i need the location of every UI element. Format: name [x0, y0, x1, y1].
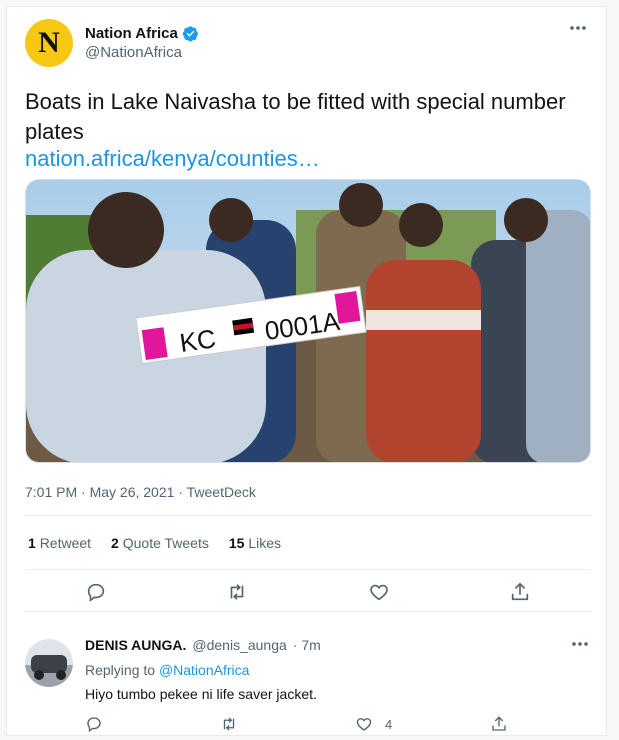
- reply-text: Hiyo tumbo pekee ni life saver jacket.: [85, 686, 317, 702]
- reply-reply-icon[interactable]: [85, 715, 103, 733]
- tweet-card: N Nation Africa @NationAfrica Boats in L…: [6, 6, 607, 736]
- reply-tweet[interactable]: DENIS AUNGA. @denis_aunga · 7m Replying …: [7, 619, 606, 735]
- reply-like-icon[interactable]: [355, 715, 373, 733]
- likes-stat[interactable]: 15 Likes: [229, 535, 281, 551]
- like-icon[interactable]: [368, 581, 390, 603]
- reply-author-handle[interactable]: @denis_aunga: [192, 637, 286, 653]
- tweet-header: N Nation Africa @NationAfrica: [25, 19, 199, 67]
- tweet-actions: [25, 581, 591, 603]
- reply-retweet-icon[interactable]: [220, 715, 238, 733]
- reply-share-icon[interactable]: [490, 715, 508, 733]
- replying-to-handle[interactable]: @NationAfrica: [159, 662, 249, 678]
- reply-more-options-icon[interactable]: [570, 639, 590, 649]
- divider: [25, 569, 591, 570]
- share-icon[interactable]: [509, 581, 531, 603]
- reply-icon[interactable]: [85, 581, 107, 603]
- tweet-photo[interactable]: KC 0001A: [25, 179, 591, 463]
- plate-left-text: KC: [178, 323, 218, 358]
- reply-avatar[interactable]: [25, 639, 73, 687]
- retweet-icon[interactable]: [226, 581, 248, 603]
- divider: [25, 611, 591, 612]
- divider: [25, 515, 591, 516]
- reply-actions: 4: [85, 715, 606, 733]
- author-handle[interactable]: @NationAfrica: [85, 44, 199, 61]
- quotes-stat[interactable]: 2 Quote Tweets: [111, 535, 209, 551]
- reply-likes-count: 4: [385, 716, 393, 732]
- retweets-stat[interactable]: 1 Retweet: [28, 535, 91, 551]
- verified-badge-icon: [182, 26, 198, 42]
- tweet-link[interactable]: nation.africa/kenya/counties…: [25, 146, 320, 172]
- tweet-timestamp[interactable]: 7:01 PM · May 26, 2021 · TweetDeck: [25, 484, 256, 500]
- reply-header: DENIS AUNGA. @denis_aunga · 7m: [85, 637, 321, 653]
- author-name[interactable]: Nation Africa: [85, 25, 178, 42]
- more-options-icon[interactable]: [568, 23, 588, 33]
- reply-author-name[interactable]: DENIS AUNGA.: [85, 637, 186, 653]
- replying-to: Replying to @NationAfrica: [85, 662, 250, 678]
- tweet-stats: 1 Retweet 2 Quote Tweets 15 Likes: [28, 535, 301, 551]
- tweet-text: Boats in Lake Naivasha to be fitted with…: [25, 89, 566, 144]
- reply-time[interactable]: · 7m: [293, 637, 321, 653]
- avatar[interactable]: N: [25, 19, 73, 67]
